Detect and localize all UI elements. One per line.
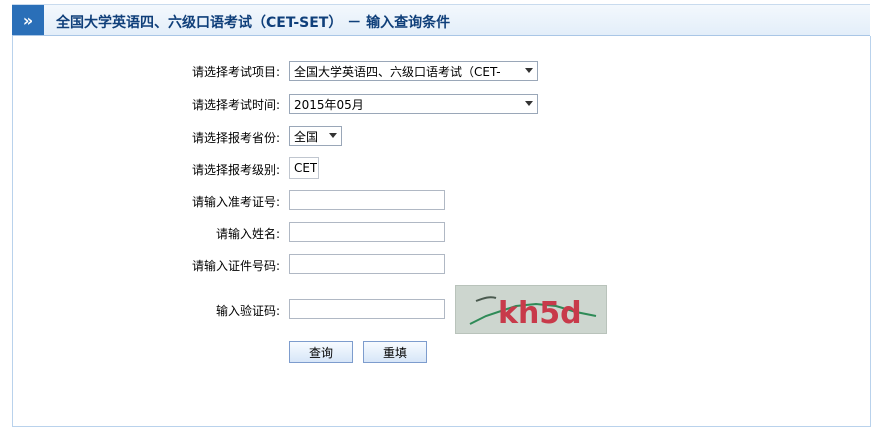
name-input[interactable] [289, 222, 445, 242]
reset-button[interactable]: 重填 [363, 341, 427, 363]
province-select[interactable]: 全国 [289, 126, 342, 146]
captcha-graphic: kh5d [456, 286, 606, 333]
captcha-text: kh5d [498, 296, 582, 331]
double-chevron-right-icon: » [12, 5, 44, 35]
exam-time-label: 请选择考试时间: [191, 98, 280, 112]
chevron-down-icon [329, 133, 337, 138]
chevron-down-icon [525, 68, 533, 73]
ticket-number-input[interactable] [289, 190, 445, 210]
exam-time-value: 2015年05月 [294, 97, 364, 112]
province-label: 请选择报考省份: [191, 131, 280, 145]
captcha-input[interactable] [289, 299, 445, 319]
page-title: 全国大学英语四、六级口语考试（CET-SET） － 输入查询条件 [56, 15, 451, 31]
level-value: CET [294, 161, 318, 175]
exam-item-value: 全国大学英语四、六级口语考试（CET- [294, 64, 501, 79]
captcha-image[interactable]: kh5d [455, 285, 607, 334]
chevron-down-icon [525, 101, 533, 106]
province-value: 全国 [294, 129, 319, 144]
level-label: 请选择报考级别: [191, 163, 280, 177]
captcha-label: 输入验证码: [215, 304, 280, 318]
level-field[interactable]: CET [289, 157, 319, 179]
query-button[interactable]: 查询 [289, 341, 353, 363]
id-label: 请输入证件号码: [191, 259, 280, 273]
exam-item-label: 请选择考试项目: [191, 65, 280, 79]
exam-time-select[interactable]: 2015年05月 [289, 94, 538, 114]
page-header: » 全国大学英语四、六级口语考试（CET-SET） － 输入查询条件 [12, 4, 870, 36]
name-label: 请输入姓名: [215, 227, 280, 241]
ticket-label: 请输入准考证号: [191, 195, 280, 209]
id-number-input[interactable] [289, 254, 445, 274]
exam-item-select[interactable]: 全国大学英语四、六级口语考试（CET- [289, 61, 538, 81]
